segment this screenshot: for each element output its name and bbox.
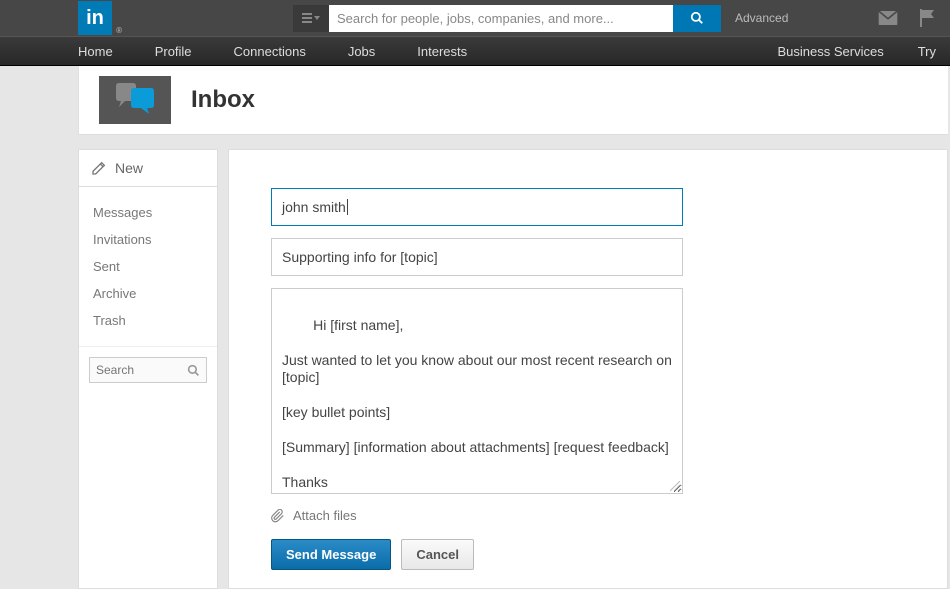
- paperclip-icon: [271, 509, 285, 523]
- nav-jobs[interactable]: Jobs: [348, 44, 375, 59]
- recipient-field[interactable]: john smith: [271, 188, 683, 226]
- global-search-input[interactable]: [329, 5, 673, 32]
- cancel-button[interactable]: Cancel: [401, 539, 474, 570]
- sidebar-item-sent[interactable]: Sent: [79, 253, 217, 280]
- search-icon: [187, 364, 200, 377]
- attach-files-label: Attach files: [293, 508, 357, 523]
- inbox-header: Inbox: [78, 66, 948, 135]
- sidebar-item-messages[interactable]: Messages: [79, 199, 217, 226]
- compose-icon: [91, 160, 107, 176]
- nav-business-services[interactable]: Business Services: [777, 44, 883, 59]
- inbox-search[interactable]: [89, 357, 207, 383]
- mail-icon[interactable]: [878, 11, 898, 25]
- message-body-field[interactable]: Hi [first name], Just wanted to let you …: [271, 288, 683, 494]
- sidebar-item-invitations[interactable]: Invitations: [79, 226, 217, 253]
- send-message-button[interactable]: Send Message: [271, 539, 391, 570]
- primary-nav: Home Profile Connections Jobs Interests …: [0, 36, 950, 66]
- resize-handle-icon[interactable]: [670, 481, 680, 491]
- nav-interests[interactable]: Interests: [417, 44, 467, 59]
- menu-icon: [302, 13, 312, 23]
- linkedin-logo[interactable]: in ®: [78, 1, 112, 35]
- subject-field[interactable]: Supporting info for [topic]: [271, 238, 683, 276]
- recipient-value: john smith: [282, 199, 348, 215]
- subject-value: Supporting info for [topic]: [282, 249, 438, 265]
- inbox-icon: [99, 76, 171, 124]
- attach-files-link[interactable]: Attach files: [271, 508, 905, 523]
- search-icon: [690, 11, 704, 25]
- account-dropdown[interactable]: [293, 5, 329, 32]
- top-bar: in ® Advanced: [0, 0, 950, 36]
- sidebar-item-archive[interactable]: Archive: [79, 280, 217, 307]
- inbox-search-input[interactable]: [96, 363, 186, 377]
- registered-mark: ®: [116, 26, 122, 35]
- compose-new-label: New: [115, 160, 143, 176]
- flag-icon[interactable]: [920, 9, 936, 27]
- advanced-search-link[interactable]: Advanced: [735, 11, 788, 25]
- nav-home[interactable]: Home: [78, 44, 113, 59]
- inbox-sidebar: New Messages Invitations Sent Archive Tr…: [78, 149, 218, 589]
- chevron-down-icon: [314, 16, 320, 20]
- compose-panel: john smith Supporting info for [topic] H…: [228, 149, 948, 589]
- search-button[interactable]: [673, 5, 721, 32]
- nav-try[interactable]: Try: [918, 44, 936, 59]
- sidebar-item-trash[interactable]: Trash: [79, 307, 217, 334]
- page-title: Inbox: [191, 86, 255, 114]
- compose-new-button[interactable]: New: [79, 150, 217, 187]
- nav-connections[interactable]: Connections: [234, 44, 306, 59]
- message-body-value: Hi [first name], Just wanted to let you …: [282, 317, 676, 495]
- nav-profile[interactable]: Profile: [155, 44, 192, 59]
